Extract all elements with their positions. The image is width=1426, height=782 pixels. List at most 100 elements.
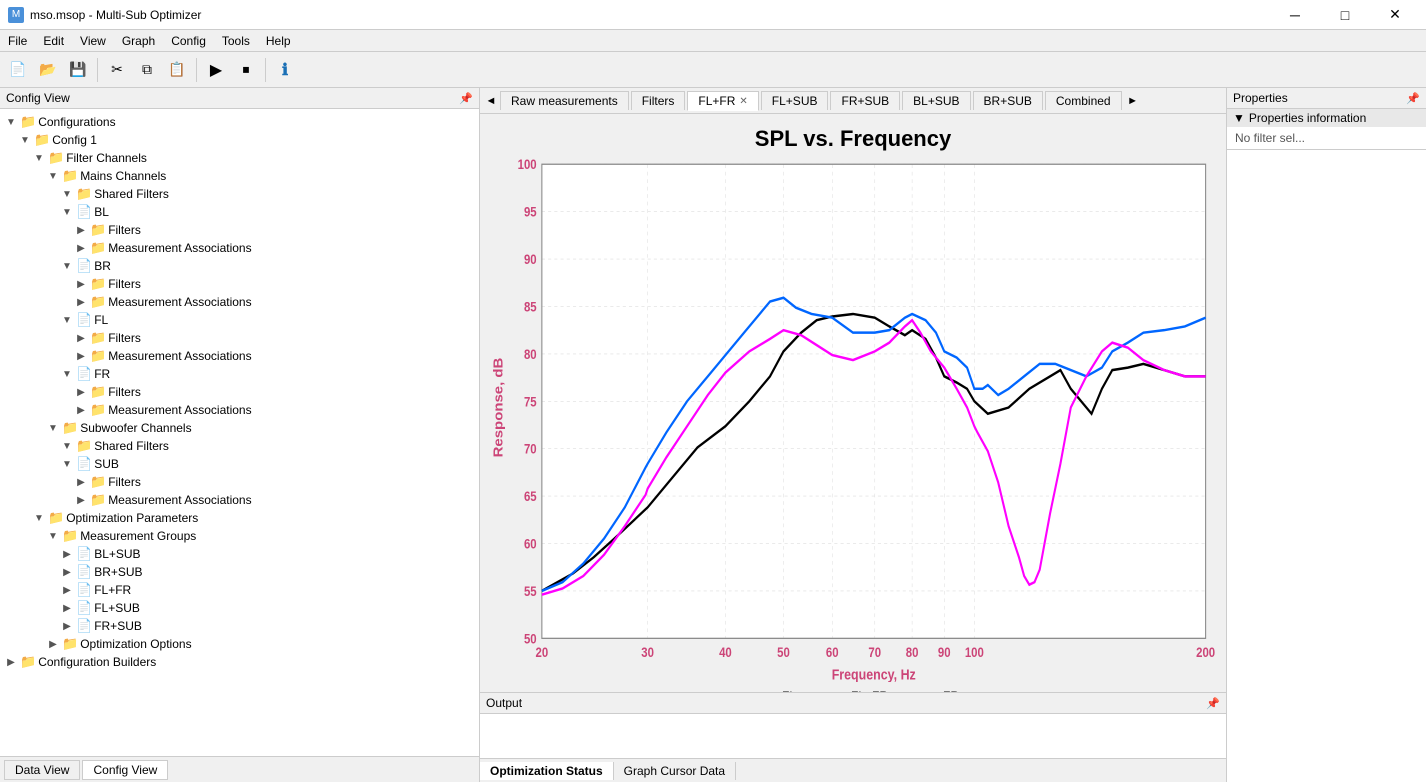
menu-help[interactable]: Help: [258, 32, 299, 50]
tree-node-br[interactable]: ▼📄BR: [0, 257, 479, 275]
svg-text:95: 95: [524, 205, 537, 220]
new-button[interactable]: 📄: [4, 56, 32, 84]
copy-button[interactable]: ⧉: [133, 56, 161, 84]
tree-node-bl[interactable]: ▼📄BL: [0, 203, 479, 221]
toolbar-separator-2: [196, 58, 197, 82]
svg-text:50: 50: [777, 645, 790, 660]
cut-button[interactable]: ✂: [103, 56, 131, 84]
properties-section: ▼ Properties information No filter sel..…: [1227, 109, 1426, 150]
properties-section-label: Properties information: [1249, 111, 1366, 125]
tab-raw-measurements[interactable]: Raw measurements: [500, 91, 629, 110]
tree-node-measurement-associations[interactable]: ▶📁Measurement Associations: [0, 239, 479, 257]
tree-node-filters[interactable]: ▶📁Filters: [0, 275, 479, 293]
bottom-tab-bar: Data View Config View: [0, 756, 479, 782]
graph-tab-bar: ◄ Raw measurements Filters FL+FR ✕ FL+SU…: [480, 88, 1226, 114]
save-button[interactable]: 💾: [64, 56, 92, 84]
title-bar-controls: ─ □ ✕: [1272, 0, 1418, 30]
output-header: Output 📌: [480, 693, 1226, 714]
tab-bl-sub[interactable]: BL+SUB: [902, 91, 970, 110]
tree-node-fl-sub[interactable]: ▶📄FL+SUB: [0, 599, 479, 617]
tree-node-shared-filters[interactable]: ▼📁Shared Filters: [0, 185, 479, 203]
output-panel: Output 📌 Optimization Status Graph Curso…: [480, 692, 1226, 782]
svg-text:90: 90: [524, 252, 537, 267]
properties-section-header[interactable]: ▼ Properties information: [1227, 109, 1426, 127]
tree-node-filters[interactable]: ▶📁Filters: [0, 221, 479, 239]
tab-fr-sub[interactable]: FR+SUB: [830, 91, 900, 110]
output-tab-graph-cursor[interactable]: Graph Cursor Data: [614, 762, 736, 780]
tab-nav-right[interactable]: ►: [1124, 90, 1142, 112]
tree-node-configuration-builders[interactable]: ▶📁Configuration Builders: [0, 653, 479, 671]
menu-edit[interactable]: Edit: [35, 32, 72, 50]
tree-node-filters[interactable]: ▶📁Filters: [0, 329, 479, 347]
tab-config-view[interactable]: Config View: [82, 760, 168, 780]
properties-panel: Properties 📌 ▼ Properties information No…: [1226, 88, 1426, 782]
tree-node-subwoofer-channels[interactable]: ▼📁Subwoofer Channels: [0, 419, 479, 437]
open-button[interactable]: 📂: [34, 56, 62, 84]
chart-container: 100 95 90 85 80 75 70 65 60 55 50 Respon…: [480, 158, 1226, 692]
menu-bar: File Edit View Graph Config Tools Help: [0, 30, 1426, 52]
paste-button[interactable]: 📋: [163, 56, 191, 84]
tab-filters[interactable]: Filters: [631, 91, 686, 110]
tree-node-br-sub[interactable]: ▶📄BR+SUB: [0, 563, 479, 581]
chart-title: SPL vs. Frequency: [480, 114, 1226, 158]
legend-flplusfr: FL+FR: [816, 689, 888, 692]
tree-node-measurement-associations[interactable]: ▶📁Measurement Associations: [0, 401, 479, 419]
toolbar-separator-1: [97, 58, 98, 82]
menu-config[interactable]: Config: [163, 32, 214, 50]
tree-node-fl[interactable]: ▼📄FL: [0, 311, 479, 329]
title-bar: M mso.msop - Multi-Sub Optimizer ─ □ ✕: [0, 0, 1426, 30]
tab-data-view[interactable]: Data View: [4, 760, 80, 780]
tab-close-fl-fr[interactable]: ✕: [739, 96, 747, 107]
output-tab-optimization-status[interactable]: Optimization Status: [480, 762, 614, 780]
tree-node-bl-sub[interactable]: ▶📄BL+SUB: [0, 545, 479, 563]
output-title: Output: [486, 696, 522, 710]
svg-text:65: 65: [524, 489, 537, 504]
tree-node-shared-filters[interactable]: ▼📁Shared Filters: [0, 437, 479, 455]
svg-text:40: 40: [719, 645, 732, 660]
tree-node-measurement-associations[interactable]: ▶📁Measurement Associations: [0, 347, 479, 365]
tree-node-configurations[interactable]: ▼📁Configurations: [0, 113, 479, 131]
tree-node-fl-fr[interactable]: ▶📄FL+FR: [0, 581, 479, 599]
toolbar-separator-3: [265, 58, 266, 82]
tab-fl-fr[interactable]: FL+FR ✕: [687, 91, 758, 111]
svg-text:85: 85: [524, 299, 537, 314]
legend-fl: FL: [747, 689, 796, 692]
tree-node-optimization-options[interactable]: ▶📁Optimization Options: [0, 635, 479, 653]
maximize-button[interactable]: □: [1322, 0, 1368, 30]
tree-node-fr[interactable]: ▼📄FR: [0, 365, 479, 383]
tree-node-fr-sub[interactable]: ▶📄FR+SUB: [0, 617, 479, 635]
tab-combined[interactable]: Combined: [1045, 91, 1122, 110]
tree-node-measurement-associations[interactable]: ▶📁Measurement Associations: [0, 293, 479, 311]
menu-graph[interactable]: Graph: [114, 32, 163, 50]
close-button[interactable]: ✕: [1372, 0, 1418, 30]
output-pin[interactable]: 📌: [1206, 697, 1220, 710]
tab-nav-left[interactable]: ◄: [482, 90, 500, 112]
svg-text:80: 80: [524, 347, 537, 362]
properties-title: Properties: [1233, 91, 1288, 105]
tree-node-config-1[interactable]: ▼📁Config 1: [0, 131, 479, 149]
svg-text:60: 60: [524, 537, 537, 552]
config-view-pin[interactable]: 📌: [459, 92, 473, 105]
tree-node-measurement-associations[interactable]: ▶📁Measurement Associations: [0, 491, 479, 509]
tree-node-measurement-groups[interactable]: ▼📁Measurement Groups: [0, 527, 479, 545]
info-button[interactable]: ℹ: [271, 56, 299, 84]
tree-node-filters[interactable]: ▶📁Filters: [0, 383, 479, 401]
menu-view[interactable]: View: [72, 32, 114, 50]
tree-node-filters[interactable]: ▶📁Filters: [0, 473, 479, 491]
tab-fl-sub[interactable]: FL+SUB: [761, 91, 829, 110]
minimize-button[interactable]: ─: [1272, 0, 1318, 30]
stop-button[interactable]: ⏹: [232, 56, 260, 84]
menu-tools[interactable]: Tools: [214, 32, 258, 50]
tree-node-mains-channels[interactable]: ▼📁Mains Channels: [0, 167, 479, 185]
svg-text:30: 30: [641, 645, 654, 660]
tab-br-sub[interactable]: BR+SUB: [973, 91, 1043, 110]
toolbar: 📄 📂 💾 ✂ ⧉ 📋 ▶ ⏹ ℹ: [0, 52, 1426, 88]
properties-pin[interactable]: 📌: [1406, 92, 1420, 105]
tree-node-filter-channels[interactable]: ▼📁Filter Channels: [0, 149, 479, 167]
tree-node-optimization-parameters[interactable]: ▼📁Optimization Parameters: [0, 509, 479, 527]
menu-file[interactable]: File: [0, 32, 35, 50]
collapse-icon: ▼: [1233, 111, 1245, 125]
chart-area: SPL vs. Frequency: [480, 114, 1226, 692]
tree-node-sub[interactable]: ▼📄SUB: [0, 455, 479, 473]
run-button[interactable]: ▶: [202, 56, 230, 84]
